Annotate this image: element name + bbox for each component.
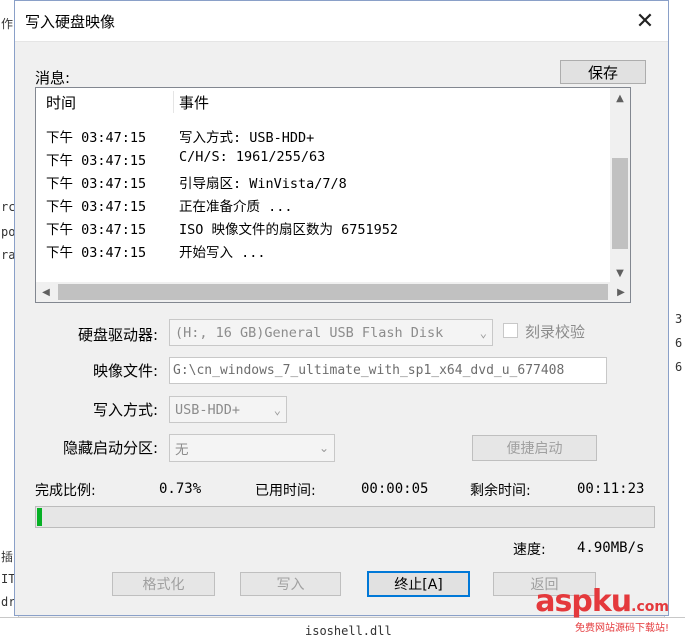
log-time: 下午 03:47:15: [46, 222, 147, 238]
chevron-down-icon: ⌄: [479, 325, 487, 340]
quick-boot-button[interactable]: 便捷启动: [472, 435, 597, 461]
message-log[interactable]: 时间 事件 下午 03:47:15 写入方式: USB-HDD+ 下午 03:4…: [35, 87, 631, 303]
progress-value: 0.73%: [159, 481, 202, 497]
horizontal-scroll-thumb[interactable]: [58, 284, 608, 300]
progress-bar: [35, 506, 655, 528]
hidden-partition-select[interactable]: 无 ⌄: [169, 434, 335, 462]
background-fragment: 6: [675, 336, 683, 350]
background-file-label: isoshell.dll: [305, 624, 392, 638]
image-file-label: 映像文件:: [92, 362, 158, 380]
hidden-partition-value: 无: [175, 442, 189, 458]
chevron-down-icon: ⌄: [273, 402, 281, 417]
elapsed-value: 00:00:05: [361, 481, 429, 497]
messages-label: 消息:: [35, 69, 71, 87]
log-time: 下午 03:47:15: [46, 153, 147, 169]
watermark-tld: .com: [631, 599, 669, 615]
column-separator[interactable]: [173, 91, 174, 113]
scroll-up-arrow-icon[interactable]: ▲: [610, 88, 630, 108]
background-fragment: 插: [1, 550, 14, 564]
write-button[interactable]: 写入: [240, 572, 341, 596]
log-header: 时间 事件: [36, 88, 630, 114]
log-time: 下午 03:47:15: [46, 130, 147, 146]
scroll-down-arrow-icon[interactable]: ▼: [610, 263, 630, 283]
speed-value: 4.90MB/s: [577, 540, 645, 556]
log-event: C/H/S: 1961/255/63: [179, 149, 326, 165]
image-file-field: G:\cn_windows_7_ultimate_with_sp1_x64_dv…: [169, 357, 607, 384]
write-method-value: USB-HDD+: [175, 401, 241, 418]
drive-label: 硬盘驱动器:: [77, 326, 158, 344]
verify-checkbox[interactable]: [503, 323, 518, 338]
write-disk-image-dialog: 写入硬盘映像 ✕ 消息: 保存 时间 事件 下午 03:47:15 写入方式: …: [14, 0, 669, 616]
log-event: ISO 映像文件的扇区数为 6751952: [179, 222, 399, 238]
write-method-label: 写入方式:: [92, 401, 158, 419]
log-time: 下午 03:47:15: [46, 199, 147, 215]
image-file-value: G:\cn_windows_7_ultimate_with_sp1_x64_dv…: [173, 363, 565, 378]
window-title: 写入硬盘映像: [25, 13, 116, 31]
progress-label: 完成比例:: [35, 483, 96, 499]
background-fragment: 3: [675, 312, 683, 326]
background-fragment: 作: [1, 17, 14, 31]
column-header-time[interactable]: 时间: [46, 92, 76, 113]
vertical-scrollbar[interactable]: ▲ ▼: [610, 88, 630, 283]
hidden-partition-label: 隐藏启动分区:: [62, 439, 158, 457]
watermark-brand: aspku: [535, 584, 632, 619]
format-button[interactable]: 格式化: [112, 572, 215, 596]
log-event: 写入方式: USB-HDD+: [179, 130, 315, 146]
verify-label: 刻录校验: [525, 323, 586, 341]
close-button[interactable]: ✕: [622, 1, 668, 41]
column-header-event[interactable]: 事件: [179, 92, 209, 113]
remaining-label: 剩余时间:: [470, 483, 531, 499]
speed-label: 速度:: [513, 542, 546, 558]
drive-select[interactable]: (H:, 16 GB)General USB Flash Disk ⌄: [169, 319, 493, 346]
title-bar: 写入硬盘映像 ✕: [15, 1, 668, 42]
background-fragment: 6: [675, 360, 683, 374]
horizontal-scrollbar[interactable]: ◀ ▶: [36, 282, 630, 302]
abort-button[interactable]: 终止[A]: [367, 571, 470, 597]
remaining-value: 00:11:23: [577, 481, 645, 497]
drive-select-value: (H:, 16 GB)General USB Flash Disk: [175, 324, 444, 341]
close-icon: ✕: [635, 8, 655, 34]
scroll-left-arrow-icon[interactable]: ◀: [36, 282, 56, 302]
save-button[interactable]: 保存: [560, 60, 646, 84]
log-time: 下午 03:47:15: [46, 176, 147, 192]
scroll-right-arrow-icon[interactable]: ▶: [611, 282, 630, 302]
log-time: 下午 03:47:15: [46, 245, 147, 261]
chevron-down-icon: ⌄: [318, 441, 329, 455]
vertical-scroll-thumb[interactable]: [612, 158, 628, 249]
watermark-subtitle: 免费网站源码下载站!: [574, 623, 669, 634]
progress-bar-fill: [37, 508, 42, 526]
write-method-select[interactable]: USB-HDD+ ⌄: [169, 396, 287, 423]
log-event: 正在准备介质 ...: [179, 199, 293, 215]
watermark-logo: aspku.com 免费网站源码下载站!: [535, 584, 669, 634]
log-event: 开始写入 ...: [179, 245, 266, 261]
log-event: 引导扇区: WinVista/7/8: [179, 176, 347, 192]
elapsed-label: 已用时间:: [255, 483, 316, 499]
